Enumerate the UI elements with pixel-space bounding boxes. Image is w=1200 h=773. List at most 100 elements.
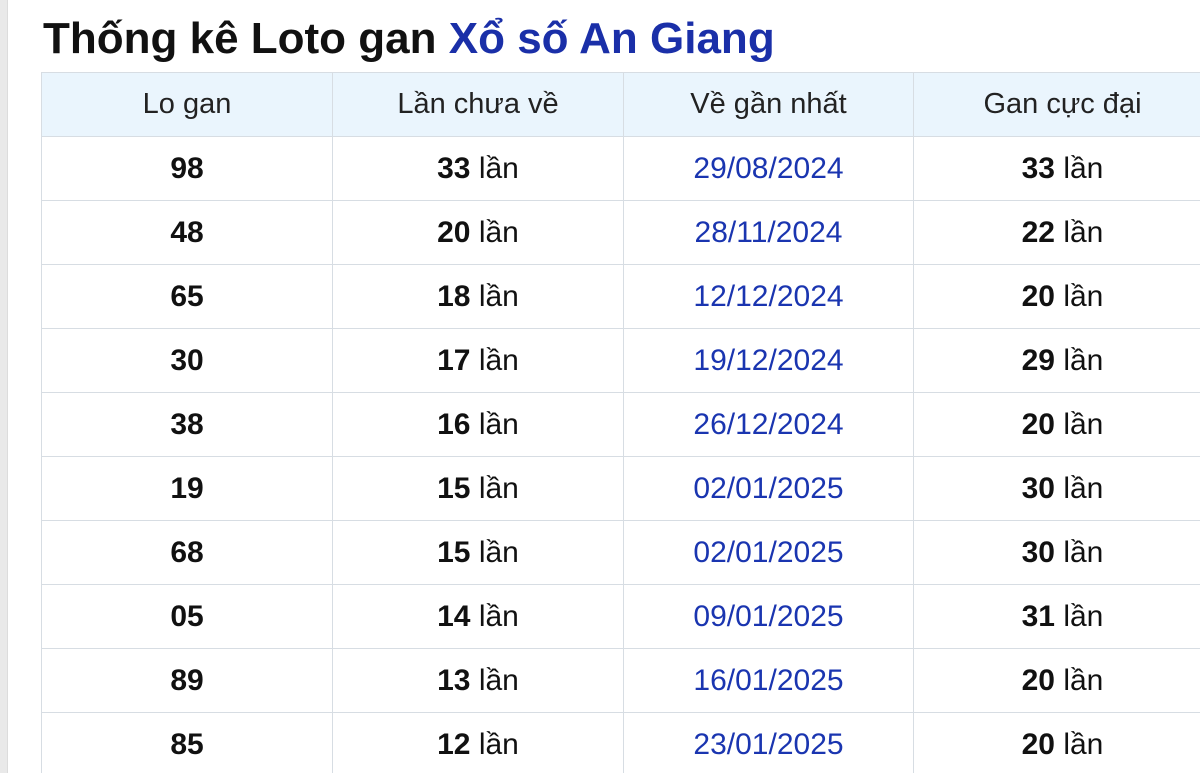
max-gap-cell: 33 lần (913, 136, 1200, 201)
max-gap-cell: 20 lần (913, 264, 1200, 329)
last-seen-date: 09/01/2025 (623, 584, 914, 649)
lo-number: 38 (41, 392, 333, 457)
max-gap-count: 33 (1021, 151, 1055, 185)
unit-label: lần (1063, 407, 1104, 441)
missed-count-cell: 16 lần (332, 392, 624, 457)
max-gap-count: 20 (1021, 727, 1055, 761)
max-gap-count: 30 (1021, 535, 1055, 569)
max-gap-count: 30 (1021, 471, 1055, 505)
table-row: 30 17 lần 19/12/2024 29 lần (41, 328, 1200, 393)
table-row: 68 15 lần 02/01/2025 30 lần (41, 520, 1200, 585)
missed-count-cell: 18 lần (332, 264, 624, 329)
max-gap-cell: 29 lần (913, 328, 1200, 393)
missed-count-cell: 13 lần (332, 648, 624, 713)
table-row: 48 20 lần 28/11/2024 22 lần (41, 200, 1200, 265)
unit-label: lần (1063, 151, 1104, 185)
max-gap-count: 31 (1021, 599, 1055, 633)
max-gap-count: 29 (1021, 343, 1055, 377)
unit-label: lần (478, 279, 519, 313)
unit-label: lần (1063, 663, 1104, 697)
title-lottery-link[interactable]: Xổ số An Giang (449, 14, 775, 63)
unit-label: lần (478, 471, 519, 505)
last-seen-date: 12/12/2024 (623, 264, 914, 329)
last-seen-date: 02/01/2025 (623, 456, 914, 521)
header-gan-cuc-dai: Gan cực đại (913, 72, 1200, 137)
missed-count-cell: 33 lần (332, 136, 624, 201)
missed-count: 13 (437, 663, 471, 697)
max-gap-count: 20 (1021, 279, 1055, 313)
table-row: 85 12 lần 23/01/2025 20 lần (41, 712, 1200, 773)
max-gap-cell: 20 lần (913, 648, 1200, 713)
missed-count-cell: 17 lần (332, 328, 624, 393)
missed-count: 20 (437, 215, 471, 249)
header-lan-chua-ve: Lần chưa về (332, 72, 624, 137)
last-seen-date: 28/11/2024 (623, 200, 914, 265)
table-row: 98 33 lần 29/08/2024 33 lần (41, 136, 1200, 201)
lo-number: 89 (41, 648, 333, 713)
table-header-row: Lo gan Lần chưa về Về gần nhất Gan cực đ… (41, 72, 1200, 137)
loto-gan-table: Lo gan Lần chưa về Về gần nhất Gan cực đ… (41, 72, 1200, 773)
missed-count-cell: 15 lần (332, 456, 624, 521)
unit-label: lần (478, 663, 519, 697)
unit-label: lần (1063, 471, 1104, 505)
unit-label: lần (478, 343, 519, 377)
last-seen-date: 23/01/2025 (623, 712, 914, 773)
page-title: Thống kê Loto gan Xổ số An Giang (43, 10, 775, 68)
max-gap-cell: 22 lần (913, 200, 1200, 265)
missed-count: 18 (437, 279, 471, 313)
missed-count-cell: 20 lần (332, 200, 624, 265)
table-body: 98 33 lần 29/08/2024 33 lần 48 20 lần 28/11/20… (41, 136, 1200, 773)
max-gap-cell: 20 lần (913, 392, 1200, 457)
left-divider (0, 0, 8, 773)
table-row: 89 13 lần 16/01/2025 20 lần (41, 648, 1200, 713)
unit-label: lần (478, 215, 519, 249)
unit-label: lần (1063, 535, 1104, 569)
max-gap-count: 20 (1021, 407, 1055, 441)
lo-number: 05 (41, 584, 333, 649)
missed-count: 15 (437, 535, 471, 569)
title-prefix: Thống kê Loto gan (43, 14, 437, 63)
lo-number: 48 (41, 200, 333, 265)
missed-count: 17 (437, 343, 471, 377)
unit-label: lần (478, 151, 519, 185)
last-seen-date: 02/01/2025 (623, 520, 914, 585)
missed-count-cell: 12 lần (332, 712, 624, 773)
table-row: 65 18 lần 12/12/2024 20 lần (41, 264, 1200, 329)
unit-label: lần (1063, 215, 1104, 249)
unit-label: lần (478, 599, 519, 633)
max-gap-cell: 31 lần (913, 584, 1200, 649)
last-seen-date: 16/01/2025 (623, 648, 914, 713)
header-lo-gan: Lo gan (41, 72, 333, 137)
table-row: 05 14 lần 09/01/2025 31 lần (41, 584, 1200, 649)
table-row: 38 16 lần 26/12/2024 20 lần (41, 392, 1200, 457)
max-gap-cell: 30 lần (913, 456, 1200, 521)
unit-label: lần (478, 727, 519, 761)
max-gap-cell: 30 lần (913, 520, 1200, 585)
lo-number: 68 (41, 520, 333, 585)
lo-number: 98 (41, 136, 333, 201)
missed-count: 14 (437, 599, 471, 633)
lo-number: 30 (41, 328, 333, 393)
table-row: 19 15 lần 02/01/2025 30 lần (41, 456, 1200, 521)
unit-label: lần (1063, 727, 1104, 761)
missed-count: 33 (437, 151, 471, 185)
missed-count-cell: 14 lần (332, 584, 624, 649)
lo-number: 19 (41, 456, 333, 521)
last-seen-date: 29/08/2024 (623, 136, 914, 201)
unit-label: lần (478, 407, 519, 441)
missed-count-cell: 15 lần (332, 520, 624, 585)
max-gap-count: 20 (1021, 663, 1055, 697)
unit-label: lần (478, 535, 519, 569)
missed-count: 16 (437, 407, 471, 441)
max-gap-count: 22 (1021, 215, 1055, 249)
header-ve-gan-nhat: Về gần nhất (623, 72, 914, 137)
max-gap-cell: 20 lần (913, 712, 1200, 773)
page: Thống kê Loto gan Xổ số An Giang Lo gan … (0, 0, 1200, 773)
unit-label: lần (1063, 343, 1104, 377)
last-seen-date: 26/12/2024 (623, 392, 914, 457)
lo-number: 65 (41, 264, 333, 329)
last-seen-date: 19/12/2024 (623, 328, 914, 393)
lo-number: 85 (41, 712, 333, 773)
unit-label: lần (1063, 279, 1104, 313)
unit-label: lần (1063, 599, 1104, 633)
